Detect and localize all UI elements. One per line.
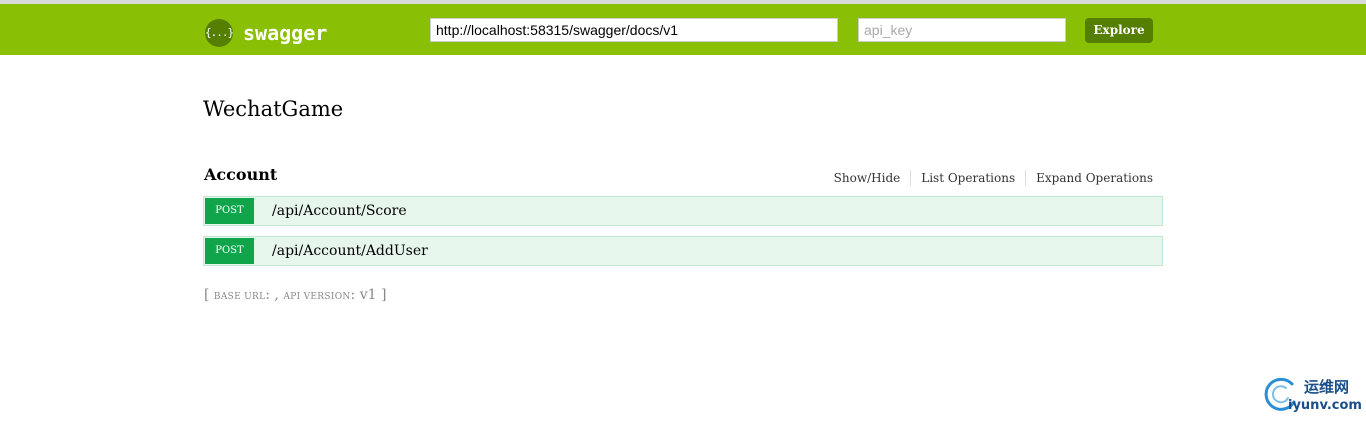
api-version-value: v1 xyxy=(359,287,377,303)
api-version-separator: : xyxy=(350,287,356,303)
watermark-url-text: iyunv.com xyxy=(1288,398,1362,413)
site-watermark: 运维网 iyunv.com xyxy=(1262,376,1362,418)
http-method-badge[interactable]: POST xyxy=(205,238,254,264)
open-bracket: [ xyxy=(204,287,210,303)
close-bracket: ] xyxy=(381,287,387,303)
resource-operations: Show/Hide List Operations Expand Operati… xyxy=(834,170,1153,186)
list-operations-link[interactable]: List Operations xyxy=(911,170,1027,186)
swagger-brand[interactable]: swagger xyxy=(243,20,327,46)
endpoint-path[interactable]: /api/Account/AddUser xyxy=(272,237,428,265)
base-url-separator: : xyxy=(265,287,271,303)
endpoint-path[interactable]: /api/Account/Score xyxy=(272,197,407,225)
explore-button[interactable]: Explore xyxy=(1085,18,1153,43)
watermark-chinese-text: 运维网 xyxy=(1304,378,1350,396)
endpoint-row[interactable]: POST /api/Account/AddUser xyxy=(203,236,1163,266)
api-version-label: API VERSION xyxy=(283,292,351,302)
api-info-footer: [ BASE URL: , API VERSION: v1 ] xyxy=(204,286,386,306)
expand-operations-link[interactable]: Expand Operations xyxy=(1026,170,1153,186)
show-hide-link[interactable]: Show/Hide xyxy=(834,170,912,186)
resource-heading-account[interactable]: Account xyxy=(204,163,277,187)
api-key-input[interactable] xyxy=(858,18,1066,42)
swagger-logo-icon[interactable]: {...} xyxy=(205,19,234,47)
http-method-badge[interactable]: POST xyxy=(205,198,254,224)
endpoint-row[interactable]: POST /api/Account/Score xyxy=(203,196,1163,226)
api-title: WechatGame xyxy=(203,97,344,121)
base-url-label: BASE URL xyxy=(213,292,266,302)
swagger-header: {...} swagger Explore xyxy=(0,4,1366,55)
api-url-input[interactable] xyxy=(430,18,838,42)
base-url-value: , xyxy=(274,287,279,303)
